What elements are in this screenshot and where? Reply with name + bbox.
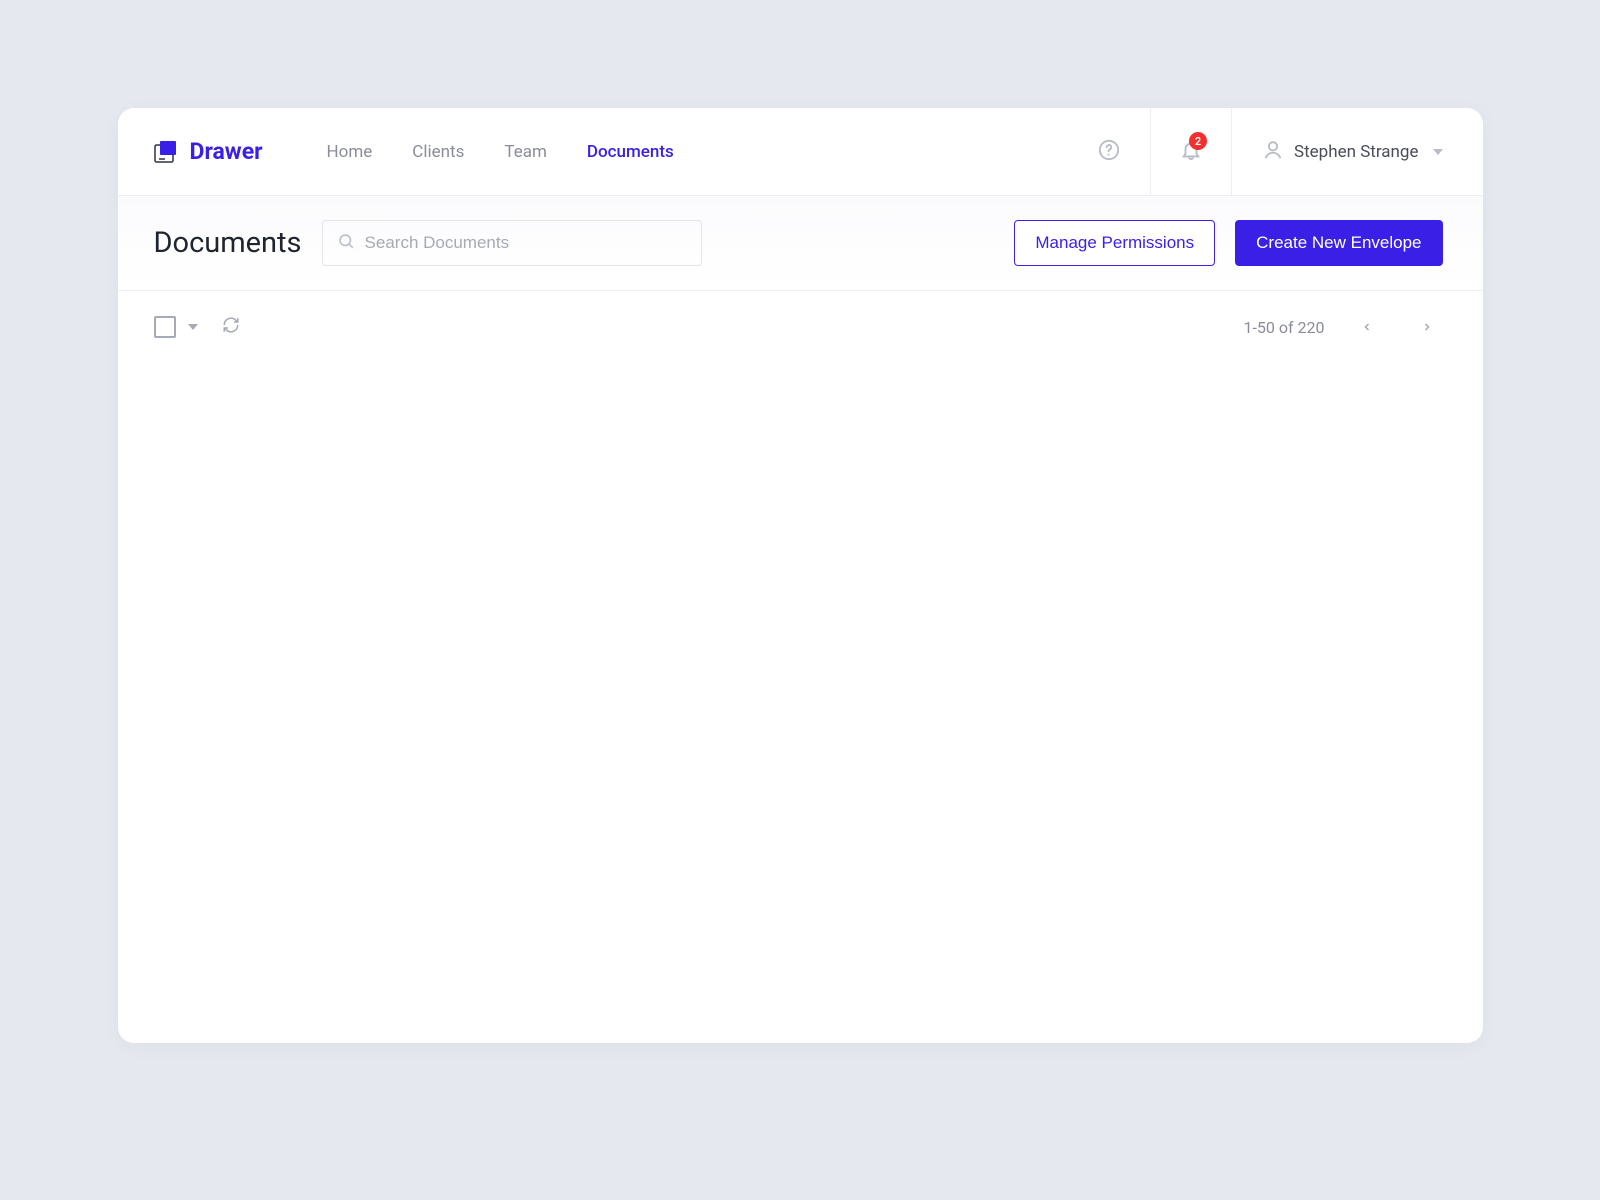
notification-badge: 2 [1189, 132, 1207, 150]
next-page-button[interactable] [1411, 311, 1443, 343]
manage-permissions-button[interactable]: Manage Permissions [1014, 220, 1215, 266]
prev-page-button[interactable] [1351, 311, 1383, 343]
nav-home[interactable]: Home [327, 142, 373, 162]
search-input[interactable] [365, 233, 687, 253]
help-icon [1098, 139, 1120, 165]
topbar-right: 2 Stephen Strange [1068, 108, 1442, 195]
app-window: Drawer Home Clients Team Documents [118, 108, 1483, 1043]
list-toolbar: 1-50 of 220 [118, 290, 1483, 363]
pagination-label: 1-50 of 220 [1244, 318, 1325, 337]
subheader: Documents Manage Permissions Create New … [118, 196, 1483, 290]
page-title: Documents [154, 226, 302, 260]
nav-team[interactable]: Team [504, 142, 547, 162]
user-avatar-icon [1262, 139, 1284, 165]
brand-logo-icon [154, 140, 178, 164]
user-menu[interactable]: Stephen Strange [1232, 139, 1442, 165]
brand[interactable]: Drawer [154, 138, 263, 165]
documents-list-empty [118, 363, 1483, 1043]
chevron-down-icon [1433, 149, 1443, 155]
notifications-button[interactable]: 2 [1150, 108, 1232, 195]
help-button[interactable] [1068, 108, 1150, 195]
brand-name: Drawer [190, 138, 263, 165]
chevron-left-icon [1361, 318, 1373, 337]
select-all-checkbox[interactable] [154, 316, 176, 338]
nav-documents[interactable]: Documents [587, 142, 674, 162]
search-icon [337, 232, 355, 254]
search-field[interactable] [322, 220, 702, 266]
chevron-right-icon [1421, 318, 1433, 337]
select-menu-caret-icon[interactable] [188, 324, 198, 330]
main-nav: Home Clients Team Documents [327, 142, 674, 162]
refresh-button[interactable] [222, 316, 240, 338]
topbar: Drawer Home Clients Team Documents [118, 108, 1483, 196]
user-name: Stephen Strange [1294, 142, 1418, 162]
create-envelope-button[interactable]: Create New Envelope [1235, 220, 1442, 266]
nav-clients[interactable]: Clients [412, 142, 464, 162]
